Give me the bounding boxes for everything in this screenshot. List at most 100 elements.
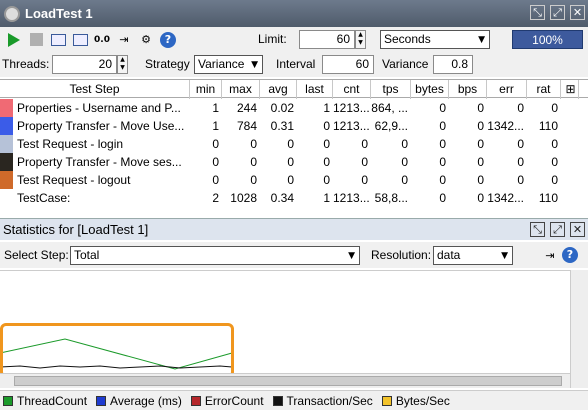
legend-label: ThreadCount: [17, 393, 88, 408]
float-icon[interactable]: ⤢: [550, 5, 565, 20]
cell-avg: 0: [287, 137, 294, 151]
threads-field[interactable]: 20: [52, 55, 117, 74]
table-row[interactable]: TestCase: 2 1028 0.34 1 1213... 58,8... 0 0 1342.…: [0, 189, 588, 207]
column-header-last[interactable]: last: [297, 80, 333, 99]
horizontal-scrollbar[interactable]: [0, 373, 570, 388]
legend-swatch: [96, 395, 107, 406]
column-header-bytes[interactable]: bytes: [411, 80, 449, 99]
limit-unit-select[interactable]: Seconds ▼: [380, 30, 490, 49]
table-row[interactable]: Test Request - login 0 0 0 0 0 0 0 0 0 0: [0, 135, 588, 153]
float-icon[interactable]: ⤢: [550, 222, 565, 237]
table-row[interactable]: Property Transfer - Move Use... 1 784 0.31 0…: [0, 117, 588, 135]
cell-avg: 0.34: [270, 191, 294, 205]
table-row[interactable]: Test Request - logout 0 0 0 0 0 0 0 0 0 0: [0, 171, 588, 189]
column-header-avg[interactable]: avg: [260, 80, 297, 99]
cell-rat: 110: [538, 119, 558, 133]
cell-err: 0: [517, 155, 524, 169]
column-header-test-step[interactable]: Test Step: [0, 80, 190, 99]
cell-bytes: 0: [439, 155, 446, 169]
resolution-dropdown[interactable]: data ▼: [433, 246, 513, 265]
interval-field[interactable]: 60: [322, 55, 374, 74]
cell-cnt: 1213...: [333, 191, 370, 205]
strategy-select[interactable]: Variance ▼: [194, 55, 263, 74]
cell-err: 1342...: [487, 191, 524, 205]
row-color-swatch: [0, 117, 13, 135]
cell-avg: 0: [287, 155, 294, 169]
help-icon[interactable]: ?: [562, 247, 578, 263]
select-step-dropdown[interactable]: Total ▼: [70, 246, 360, 265]
graph-icon[interactable]: [50, 32, 66, 48]
loadtest-icon: [4, 5, 20, 22]
dock-icon[interactable]: ⤡: [530, 222, 545, 237]
legend-label: Bytes/Sec: [395, 393, 450, 408]
legend-label: ErrorCount: [204, 393, 264, 408]
statistics-history-icon[interactable]: [72, 32, 88, 48]
cell-cnt: 0: [361, 173, 368, 187]
column-header-cnt[interactable]: cnt: [333, 80, 371, 99]
options-icon[interactable]: ⚙: [138, 32, 154, 48]
variance-label: Variance: [382, 57, 429, 71]
cell-last: 0: [323, 173, 330, 187]
cell-avg: 0.31: [270, 119, 294, 133]
limit-stepper[interactable]: ▲ ▼: [355, 30, 366, 49]
table-row[interactable]: Properties - Username and P... 1 244 0.02 1 1…: [0, 99, 588, 117]
graph-legend: ThreadCount Average (ms) ErrorCount Tran…: [0, 390, 588, 410]
cell-rat: 0: [551, 101, 558, 115]
vertical-scrollbar[interactable]: [570, 270, 588, 388]
cell-rat: 0: [551, 137, 558, 151]
legend-swatch: [190, 395, 201, 406]
cell-last: 0: [323, 137, 330, 151]
limit-unit-value: Seconds: [384, 32, 431, 46]
close-icon[interactable]: ✕: [570, 5, 585, 20]
cell-max: 784: [236, 119, 257, 133]
cell-min: 0: [212, 173, 219, 187]
progress-bar: 100%: [512, 30, 583, 49]
cell-bps: 0: [477, 101, 484, 115]
panel-controls: ⤡ ⤢ ✕: [530, 222, 585, 237]
cell-tps: 0: [401, 137, 408, 151]
limit-field[interactable]: 60: [299, 30, 355, 49]
legend-label: Transaction/Sec: [286, 393, 373, 408]
cell-cnt: 0: [361, 137, 368, 151]
column-header-rat[interactable]: rat: [527, 80, 561, 99]
run-icon[interactable]: [6, 32, 22, 48]
table-row[interactable]: Property Transfer - Move ses... 0 0 0 0 0 0 0 0 0…: [0, 153, 588, 171]
cell-bytes: 0: [439, 191, 446, 205]
cell-avg: 0: [287, 173, 294, 187]
legend-swatch: [381, 395, 392, 406]
legend-swatch: [3, 395, 13, 406]
row-color-swatch: [0, 189, 13, 207]
loadtest-toolbar: 0.0 ⇥ ⚙ ?: [0, 27, 588, 52]
variance-field[interactable]: 0.8: [433, 55, 473, 74]
column-chooser-icon[interactable]: ⊞: [563, 80, 579, 99]
column-header-min[interactable]: min: [190, 80, 222, 99]
export-icon[interactable]: ⇥: [116, 32, 132, 48]
reset-icon[interactable]: 0.0: [94, 32, 110, 48]
cell-min: 2: [212, 191, 219, 205]
column-header-tps[interactable]: tps: [371, 80, 411, 99]
cell-bps: 0: [477, 191, 484, 205]
cell-bytes: 0: [439, 101, 446, 115]
export-icon[interactable]: ⇥: [542, 247, 558, 263]
cell-err: 1342...: [487, 119, 524, 133]
stop-icon[interactable]: [28, 32, 44, 48]
cell-bytes: 0: [439, 137, 446, 151]
close-icon[interactable]: ✕: [570, 222, 585, 237]
scrollbar-thumb[interactable]: [14, 376, 562, 386]
interval-label: Interval: [276, 57, 316, 71]
dock-icon[interactable]: ⤡: [530, 5, 545, 20]
cell-test-step: Property Transfer - Move Use...: [17, 119, 185, 133]
chevron-down-icon: ▼: [478, 35, 485, 45]
row-color-swatch: [0, 171, 13, 189]
cell-err: 0: [517, 173, 524, 187]
cell-max: 1028: [230, 191, 257, 205]
column-header-err[interactable]: err: [487, 80, 527, 99]
statistics-title: Statistics for [LoadTest 1]: [3, 222, 149, 237]
cell-tps: 0: [401, 155, 408, 169]
column-header-bps[interactable]: bps: [449, 80, 487, 99]
column-header-max[interactable]: max: [222, 80, 260, 99]
cell-bytes: 0: [439, 119, 446, 133]
help-icon[interactable]: ?: [160, 31, 176, 48]
threads-stepper[interactable]: ▲ ▼: [117, 55, 128, 74]
cell-rat: 0: [551, 155, 558, 169]
